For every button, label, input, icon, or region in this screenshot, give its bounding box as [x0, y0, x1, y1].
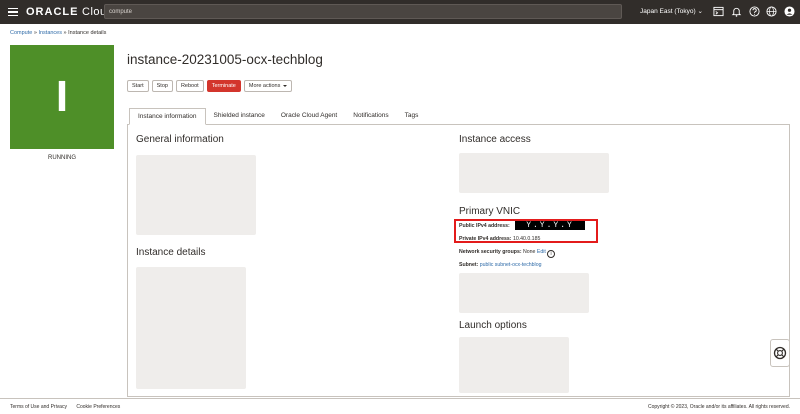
tab-instance-information[interactable]: Instance information — [129, 108, 206, 125]
search-input[interactable] — [104, 4, 622, 19]
general-info-redacted — [136, 155, 256, 235]
breadcrumb-instances[interactable]: Instances — [38, 30, 62, 36]
instance-info-panel: General information Instance details Ins… — [127, 125, 790, 397]
bell-icon[interactable] — [731, 6, 742, 17]
more-actions-button[interactable]: More actions — [243, 80, 293, 92]
info-icon[interactable]: i — [547, 250, 555, 258]
cookie-preferences-link[interactable]: Cookie Preferences — [76, 404, 120, 410]
terms-link[interactable]: Terms of Use and Privacy — [10, 404, 67, 410]
region-selector[interactable]: Japan East (Tokyo) ⌄ — [640, 7, 703, 15]
tab-shielded-instance[interactable]: Shielded instance — [206, 108, 273, 124]
subnet-link[interactable]: public subnet-ocx-techblog — [480, 262, 542, 268]
subnet-row: Subnet: public subnet-ocx-techblog — [459, 262, 542, 268]
instance-access-redacted — [459, 153, 609, 193]
tab-notifications[interactable]: Notifications — [345, 108, 396, 124]
launch-options-heading: Launch options — [459, 320, 527, 331]
action-bar: Start Stop Reboot Terminate More actions — [127, 80, 293, 92]
copyright: Copyright © 2023, Oracle and/or its affi… — [648, 404, 790, 410]
nsg-edit-link[interactable]: Edit — [537, 249, 546, 255]
breadcrumb-current: Instance details — [68, 30, 107, 36]
menu-icon[interactable] — [8, 7, 18, 17]
stop-button[interactable]: Stop — [151, 80, 173, 92]
instance-avatar: I — [10, 45, 114, 149]
vnic-redacted — [459, 273, 589, 313]
chevron-down-icon: ⌄ — [697, 8, 703, 15]
help-widget[interactable] — [770, 339, 790, 367]
instance-access-heading: Instance access — [459, 134, 531, 145]
instance-details-redacted — [136, 267, 246, 389]
breadcrumb-compute[interactable]: Compute — [10, 30, 32, 36]
globe-icon[interactable] — [766, 6, 777, 17]
footer: Terms of Use and Privacy Cookie Preferen… — [0, 398, 800, 414]
tab-tags[interactable]: Tags — [397, 108, 427, 124]
cloud-shell-icon[interactable] — [713, 6, 724, 17]
general-information-heading: General information — [136, 134, 224, 145]
help-icon[interactable] — [749, 6, 760, 17]
terminate-button[interactable]: Terminate — [206, 80, 241, 92]
profile-icon[interactable] — [784, 6, 795, 17]
instance-details-heading: Instance details — [136, 247, 206, 258]
page-title: instance-20231005-ocx-techblog — [127, 52, 323, 67]
primary-vnic-heading: Primary VNIC — [459, 206, 521, 217]
nsg-row: Network security groups: None Edit — [459, 249, 546, 255]
start-button[interactable]: Start — [127, 80, 149, 92]
launch-options-redacted — [459, 337, 569, 393]
instance-state: RUNNING — [48, 155, 76, 161]
lifebuoy-icon — [773, 346, 787, 360]
caret-down-icon — [283, 84, 288, 87]
oracle-cloud-logo[interactable]: ORACLE Cloud — [26, 6, 113, 18]
tab-oracle-cloud-agent[interactable]: Oracle Cloud Agent — [273, 108, 345, 124]
breadcrumb: Compute » Instances » Instance details — [10, 30, 107, 36]
highlight-box — [454, 219, 598, 243]
reboot-button[interactable]: Reboot — [175, 80, 204, 92]
tab-bar: Instance information Shielded instance O… — [127, 108, 790, 125]
